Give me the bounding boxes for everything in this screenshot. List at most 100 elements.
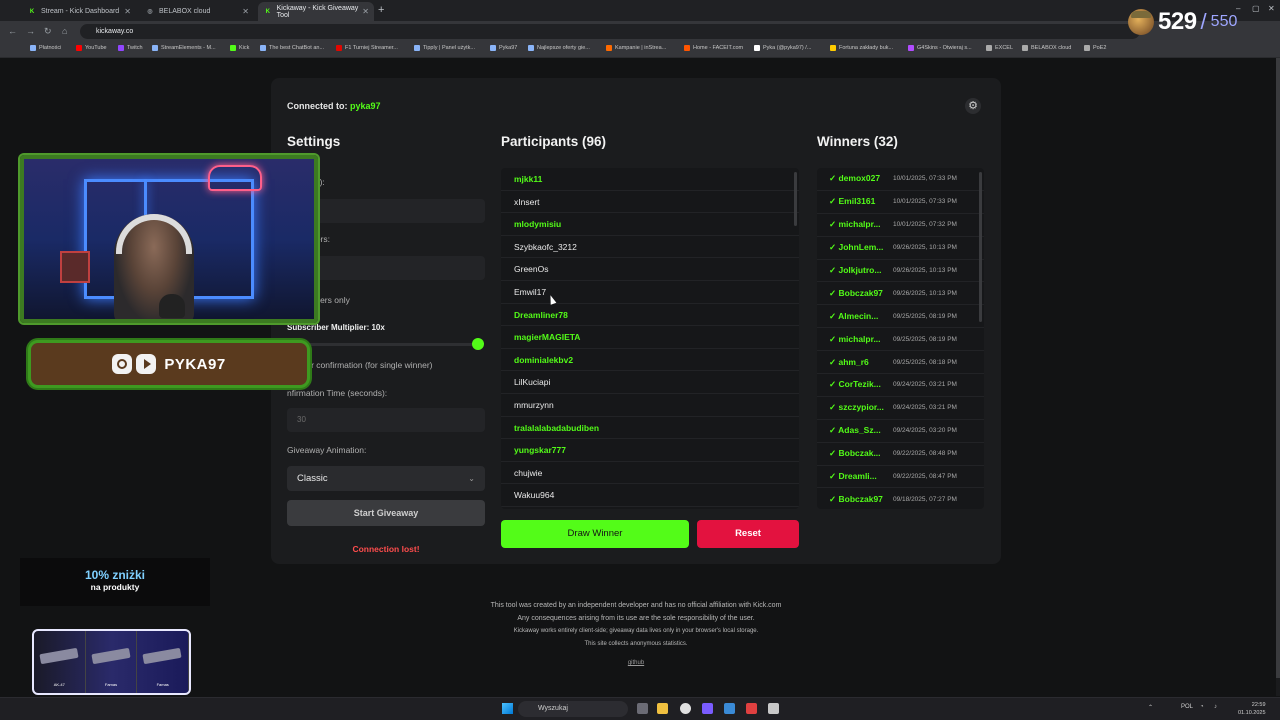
winner-name: ✓ michalpr... (829, 219, 881, 230)
participants-list[interactable]: mjkk11 xInsert mlodymisiu Szybkaofc_3212 Gre… (501, 168, 799, 509)
bookmark-item[interactable]: Kampanie | inStrea... (606, 45, 666, 51)
chrome-icon[interactable] (680, 703, 691, 714)
winner-name: ✓ szczypior... (829, 402, 884, 413)
obs-icon[interactable] (746, 703, 757, 714)
neon-sign (208, 165, 262, 191)
winner-row: ✓ Adas_Sz... 09/24/2025, 03:20 PM (817, 420, 984, 443)
new-tab-button[interactable]: + (378, 4, 384, 16)
rifle-icon (142, 647, 182, 665)
participant-row: magierMAGIETA (501, 326, 799, 349)
back-icon[interactable]: ← (8, 26, 17, 36)
maximize-icon[interactable]: ▢ (1252, 4, 1260, 13)
bookmark-item[interactable]: YouTube (76, 45, 107, 51)
winner-name: ✓ michalpr... (829, 333, 881, 344)
bookmark-item[interactable]: PoE2 (1084, 45, 1106, 51)
home-icon[interactable]: ⌂ (62, 26, 67, 36)
start-giveaway-button[interactable]: Start Giveaway (287, 500, 485, 526)
browser-toolbar: ← → ↻ ⌂ kickaway.co (0, 21, 1280, 42)
reload-icon[interactable]: ↻ (44, 26, 52, 37)
close-icon[interactable]: ✕ (242, 7, 249, 16)
search-placeholder: Wyszukaj (538, 705, 568, 712)
bookmark-item[interactable]: StreamElements - M... (152, 45, 216, 51)
bookmark-item[interactable]: Kick (230, 45, 249, 51)
participant-row: Emwil17 (501, 281, 799, 304)
github-link[interactable]: github (628, 660, 644, 666)
kick-icon: K (29, 8, 35, 15)
bookmark-item[interactable]: Pyka97 (490, 45, 517, 51)
tab-bar: K Stream - Kick Dashboard ✕ ◎ BELABOX cl… (0, 0, 1280, 21)
bookmark-item[interactable]: The best ChatBot an... (260, 45, 324, 51)
kick-icon: K (265, 8, 270, 15)
bookmark-item[interactable]: Pyka (@pyka97) /... (754, 45, 811, 51)
instagram-icon (112, 354, 133, 374)
winner-row: ✓ michalpr... 10/01/2025, 07:32 PM (817, 214, 984, 237)
close-icon[interactable]: ✕ (124, 7, 131, 16)
winner-name: ✓ Almecin... (829, 310, 879, 321)
bookmark-item[interactable]: G4Skins - Otwieraj s... (908, 45, 972, 51)
address-bar[interactable]: kickaway.co (80, 24, 1140, 39)
bookmark-item[interactable]: EXCEL (986, 45, 1013, 51)
promo-subtitle: na produkty (90, 582, 140, 592)
social-banner: PYKA97 (28, 340, 310, 388)
bookmarks-bar: Płatności YouTube Twitch StreamElements … (0, 42, 1280, 58)
winner-date: 09/25/2025, 08:18 PM (893, 358, 957, 366)
discord-icon[interactable] (702, 703, 713, 714)
page-scrollbar[interactable] (1276, 58, 1280, 696)
participants-scrollbar[interactable] (794, 172, 797, 226)
winner-row: ✓ szczypior... 09/24/2025, 03:21 PM (817, 397, 984, 420)
bookmark-item[interactable]: Fortuna zakłady buk... (830, 45, 893, 51)
multiplier-slider-thumb[interactable] (472, 338, 484, 350)
winners-scrollbar[interactable] (979, 172, 982, 322)
tab-belabox[interactable]: ◎ BELABOX cloud ✕ (140, 2, 254, 21)
animation-select[interactable]: Classic ⌄ (287, 466, 485, 491)
winner-row: ✓ Bobczak97 09/26/2025, 10:13 PM (817, 282, 984, 306)
file-explorer-icon[interactable] (657, 703, 668, 714)
bookmark-item[interactable]: Płatności (30, 45, 61, 51)
taskbar-search[interactable]: Wyszukaj (518, 701, 628, 717)
tray-chevron-icon[interactable]: ⌃ (1148, 704, 1153, 711)
bookmark-item[interactable]: Twitch (118, 45, 143, 51)
winner-date: 09/26/2025, 10:13 PM (893, 267, 957, 274)
close-icon[interactable]: ✕ (362, 7, 369, 16)
steam-icon[interactable] (724, 703, 735, 714)
winner-name: ✓ Adas_Sz... (829, 425, 881, 436)
winner-date: 09/24/2025, 03:21 PM (893, 404, 957, 412)
goal-separator: / (1200, 9, 1207, 34)
forward-icon[interactable]: → (26, 26, 35, 36)
footer-responsibility: Any consequences arising from its use ar… (517, 615, 755, 622)
winner-row: ✓ Emil3161 10/01/2025, 07:33 PM (817, 191, 984, 214)
close-window-icon[interactable]: ✕ (1268, 4, 1275, 13)
avatar (1128, 9, 1154, 35)
participant-row: Szybkaofc_3212 (501, 236, 799, 259)
confirmation-time-input[interactable]: 30 (287, 408, 485, 432)
task-view-icon[interactable] (637, 703, 648, 714)
bookmark-item[interactable]: Najlepsze oferty gie... (528, 45, 590, 51)
bookmark-item[interactable]: F1 Turniej Streamer... (336, 45, 398, 51)
bookmark-item[interactable]: Home - FACEIT.com (684, 45, 743, 51)
reset-button[interactable]: Reset (697, 520, 799, 548)
footer-storage-note: Kickaway works entirely client-side; giv… (513, 628, 759, 634)
winners-list[interactable]: ✓ demox027 10/01/2025, 07:33 PM ✓ Emil3161… (817, 168, 984, 509)
language-indicator[interactable]: POL (1181, 704, 1193, 710)
chevron-down-icon: ⌄ (468, 474, 475, 483)
bookmark-item[interactable]: Tipply | Panel użytk... (414, 45, 475, 51)
gear-icon[interactable]: ⚙ (965, 98, 981, 114)
tab-kickaway[interactable]: K Kickaway - Kick Giveaway Tool ✕ (258, 2, 374, 21)
winners-title: Winners (32) (817, 134, 898, 149)
participant-row: GreenOs (501, 258, 799, 281)
bookmark-item[interactable]: BELABOX cloud (1022, 45, 1071, 51)
winner-date: 09/18/2025, 07:27 PM (893, 495, 957, 503)
winner-name: ✓ ahm_r6 (829, 356, 869, 367)
clock[interactable]: 22:59 01.10.2025 (1238, 701, 1266, 717)
app-icon[interactable] (768, 703, 779, 714)
social-handle: PYKA97 (164, 355, 226, 373)
tab-kick-dashboard[interactable]: K Stream - Kick Dashboard ✕ (22, 2, 136, 21)
draw-winner-button[interactable]: Draw Winner (501, 520, 689, 548)
volume-icon[interactable]: ♪ (1214, 704, 1217, 710)
windows-start-icon[interactable] (502, 703, 513, 714)
multiplier-slider-track[interactable] (287, 343, 477, 346)
winner-date: 10/01/2025, 07:33 PM (893, 198, 957, 206)
wifi-icon[interactable]: ◔ (1200, 704, 1204, 710)
tab-label: Kickaway - Kick Giveaway Tool (276, 4, 359, 19)
promo-banner: 10% zniżki na produkty (20, 558, 210, 606)
